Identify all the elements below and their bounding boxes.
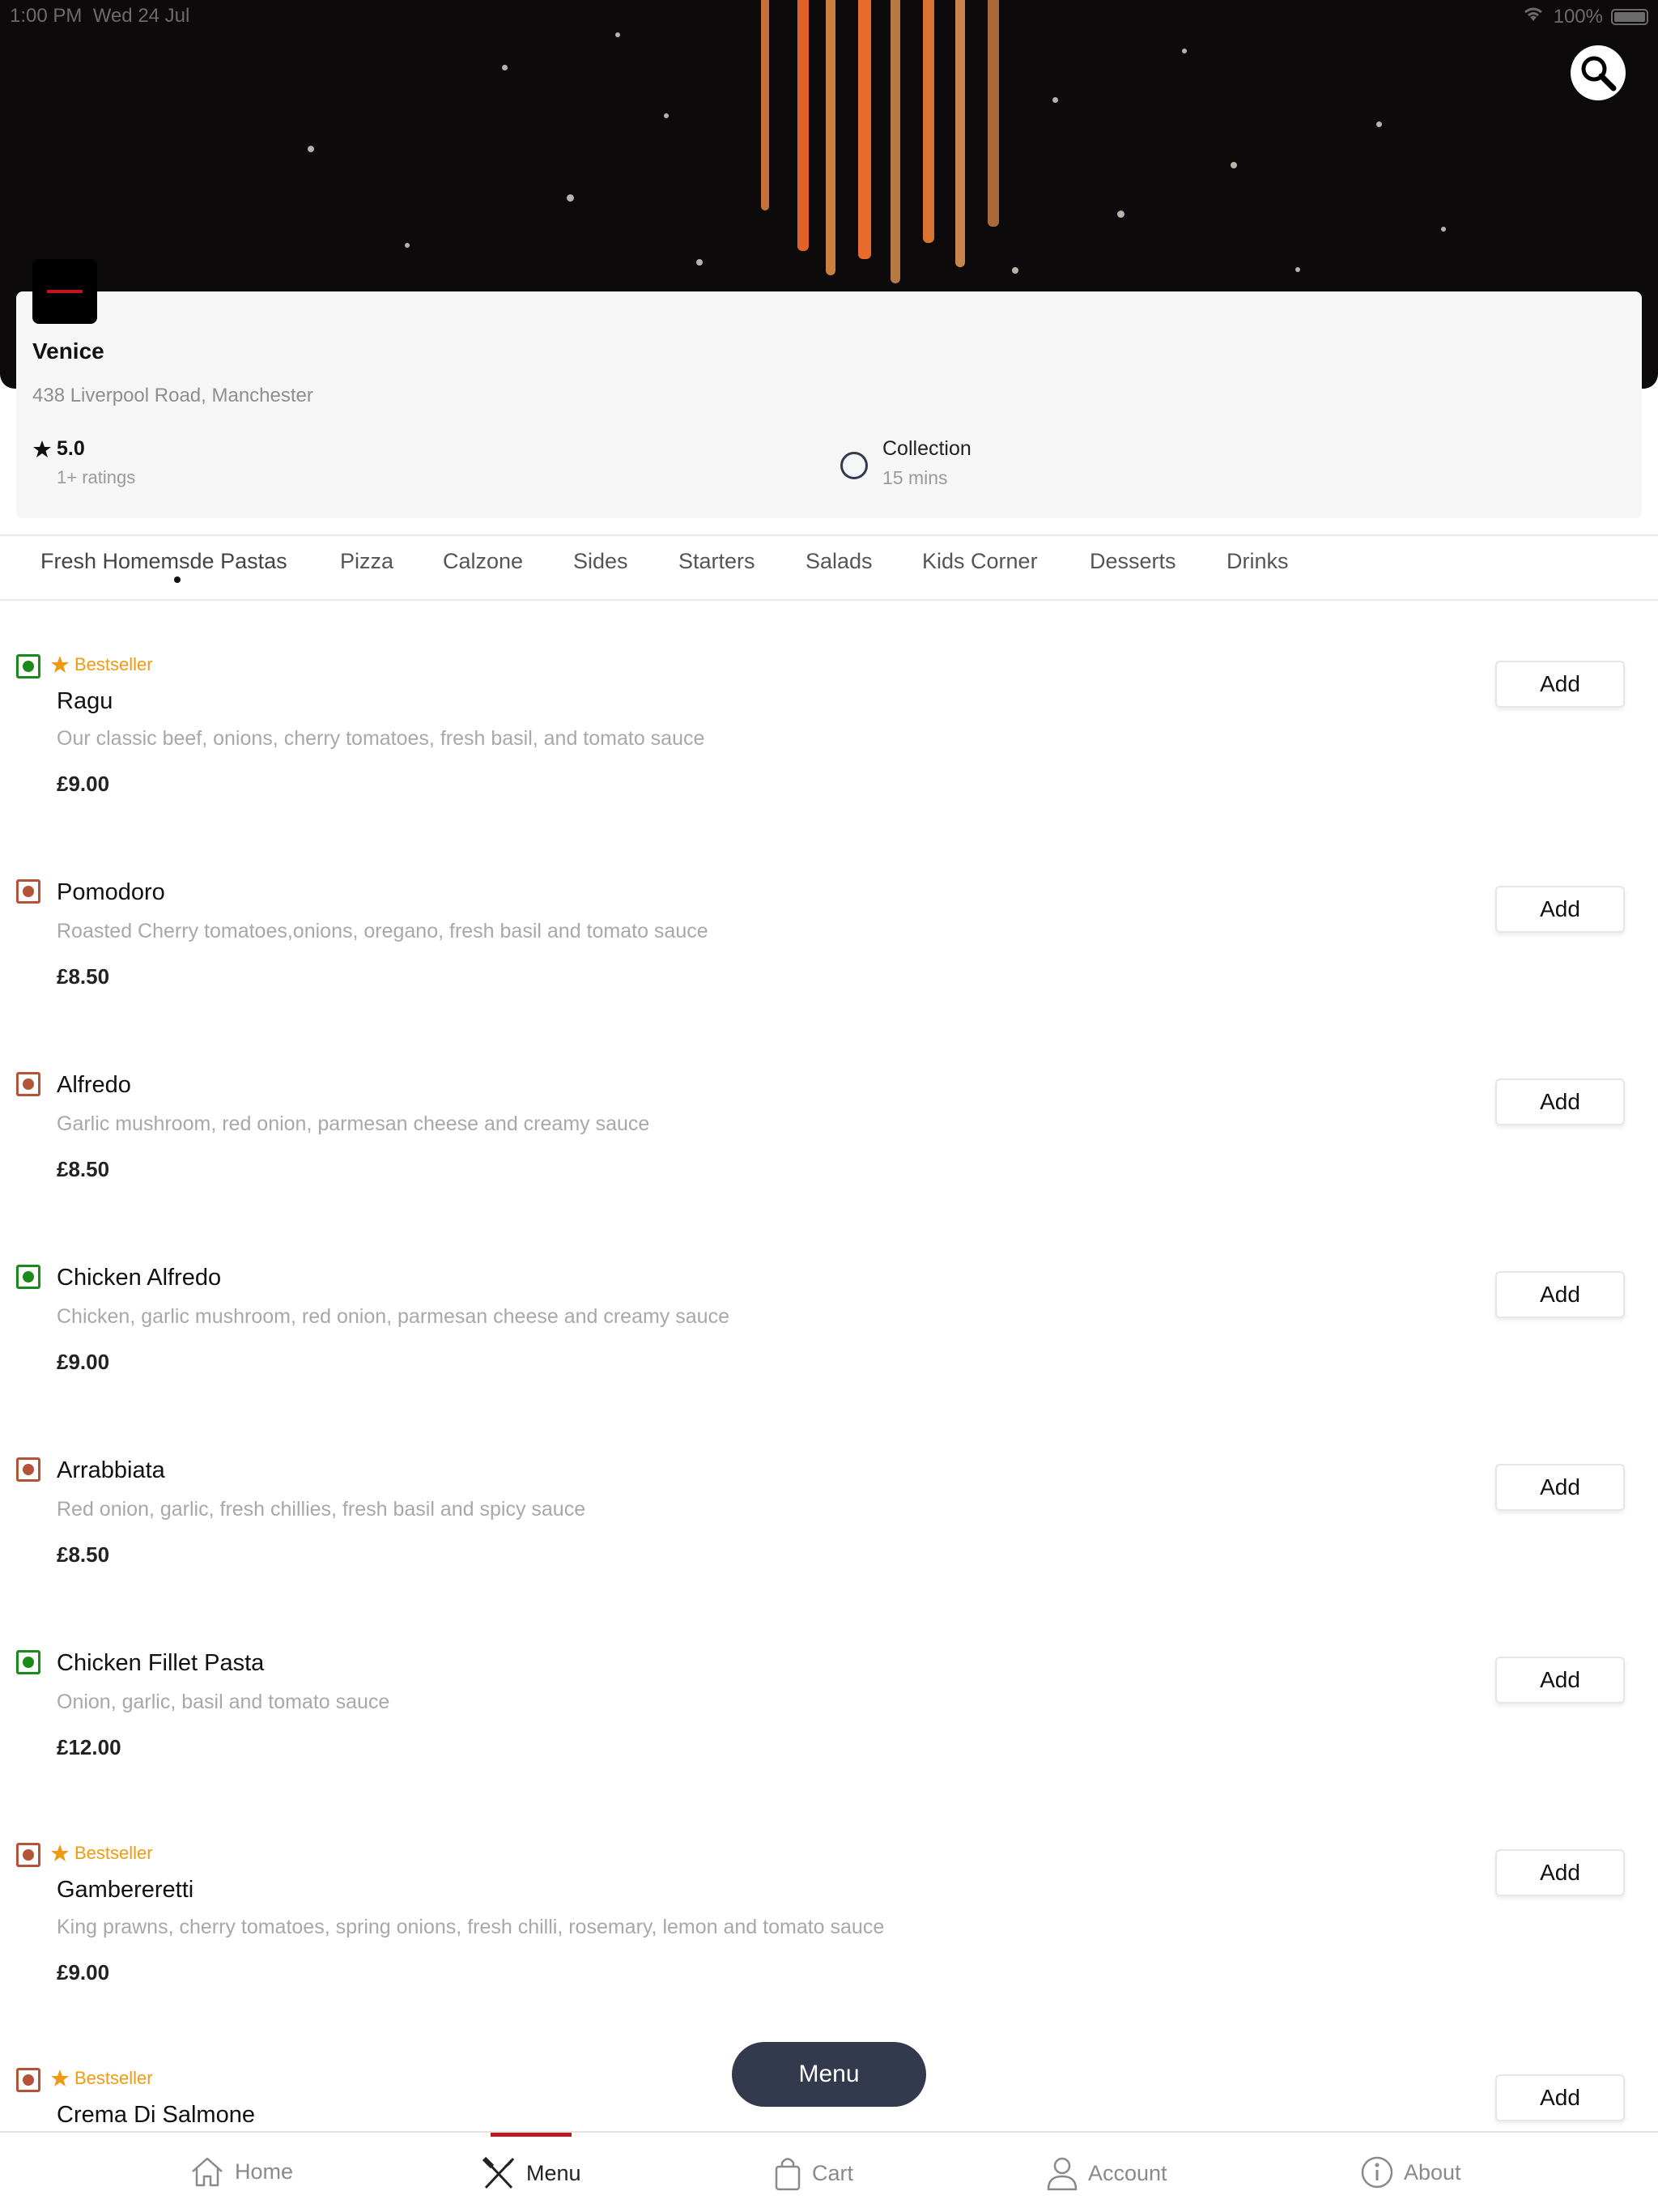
tab-fresh-homemade-pastas[interactable]: Fresh Homemsde Pastas <box>40 549 287 574</box>
item-price: £9.00 <box>57 1960 110 1984</box>
hero-pasta-strand <box>797 0 809 251</box>
restaurant-address: 438 Liverpool Road, Manchester <box>32 385 313 406</box>
hero-pasta-strand <box>891 0 900 283</box>
active-tab-indicator <box>174 576 181 583</box>
user-icon <box>1047 2157 1078 2191</box>
item-name: Arrabbiata <box>57 1457 165 1483</box>
hero-pasta-strand <box>988 0 999 227</box>
bottom-navigation: Home Menu Cart Account About <box>0 2131 1658 2212</box>
rating-value: 5.0 <box>32 437 135 461</box>
restaurant-name: Venice <box>32 338 104 364</box>
add-button[interactable]: Add <box>1495 1078 1625 1125</box>
utensils-icon <box>482 2156 515 2189</box>
item-price: £12.00 <box>57 1735 121 1759</box>
nav-item-cart[interactable]: Cart <box>773 2155 853 2191</box>
nonveg-indicator-icon <box>16 1843 40 1867</box>
tab-drinks[interactable]: Drinks <box>1226 549 1289 574</box>
tab-pizza[interactable]: Pizza <box>340 549 393 574</box>
bestseller-badge: Bestseller <box>50 654 153 675</box>
status-right: 100% <box>1521 5 1648 28</box>
item-name: Alfredo <box>57 1072 131 1098</box>
search-button[interactable] <box>1571 45 1626 100</box>
add-button[interactable]: Add <box>1495 1271 1625 1318</box>
collection-radio-icon[interactable] <box>840 452 868 479</box>
rating-count: 1+ ratings <box>57 467 136 487</box>
item-description: Red onion, garlic, fresh chillies, fresh… <box>57 1498 586 1521</box>
item-name: Ragu <box>57 688 113 714</box>
item-price: £8.50 <box>57 964 110 989</box>
nonveg-indicator-icon <box>16 879 40 904</box>
collection-block[interactable]: Collection 15 mins <box>840 437 971 489</box>
tab-salads[interactable]: Salads <box>806 549 873 574</box>
battery-text: 100% <box>1553 5 1603 28</box>
tab-sides[interactable]: Sides <box>573 549 628 574</box>
veg-indicator-icon <box>16 1650 40 1674</box>
item-name: Pomodoro <box>57 879 165 905</box>
add-button[interactable]: Add <box>1495 1464 1625 1511</box>
search-icon <box>1581 56 1617 91</box>
nonveg-indicator-icon <box>16 1457 40 1482</box>
rating-block: 5.0 1+ ratings <box>32 437 135 488</box>
add-button[interactable]: Add <box>1495 886 1625 933</box>
wifi-icon <box>1521 5 1545 28</box>
item-name: Chicken Alfredo <box>57 1265 222 1291</box>
veg-indicator-icon <box>16 1265 40 1289</box>
nonveg-indicator-icon <box>16 1072 40 1096</box>
item-price: £8.50 <box>57 1542 110 1567</box>
category-tabs: Fresh Homemsde Pastas Pizza Calzone Side… <box>0 534 1658 601</box>
nav-item-home[interactable]: Home <box>189 2155 293 2188</box>
item-description: Our classic beef, onions, cherry tomatoe… <box>57 727 705 750</box>
item-price: £9.00 <box>57 772 110 796</box>
home-icon <box>192 2157 223 2187</box>
nav-item-menu[interactable]: Menu <box>481 2155 581 2191</box>
item-description: Garlic mushroom, red onion, parmesan che… <box>57 1112 650 1135</box>
item-description: Roasted Cherry tomatoes,onions, oregano,… <box>57 920 708 942</box>
hero-pasta-strand <box>826 0 835 275</box>
item-price: £8.50 <box>57 1157 110 1181</box>
star-icon <box>33 440 51 457</box>
add-button[interactable]: Add <box>1495 2074 1625 2121</box>
nav-active-indicator <box>491 2133 572 2137</box>
hero-pasta-strand <box>923 0 934 243</box>
item-description: Onion, garlic, basil and tomato sauce <box>57 1691 390 1713</box>
nav-item-account[interactable]: Account <box>1046 2155 1167 2191</box>
item-description: Chicken, garlic mushroom, red onion, par… <box>57 1305 729 1328</box>
nav-item-about[interactable]: About <box>1360 2155 1461 2189</box>
battery-icon <box>1611 8 1648 25</box>
star-icon <box>51 656 69 673</box>
restaurant-logo <box>32 259 97 324</box>
floating-menu-button[interactable]: Menu <box>732 2042 926 2107</box>
add-button[interactable]: Add <box>1495 1657 1625 1704</box>
collection-time: 15 mins <box>882 467 948 488</box>
tab-calzone[interactable]: Calzone <box>443 549 523 574</box>
veg-indicator-icon <box>16 654 40 678</box>
bag-icon <box>775 2158 801 2191</box>
tab-kids-corner[interactable]: Kids Corner <box>922 549 1038 574</box>
status-time: 1:00 PM Wed 24 Jul <box>10 5 190 27</box>
add-button[interactable]: Add <box>1495 1849 1625 1896</box>
status-bar: 1:00 PM Wed 24 Jul 100% <box>0 0 1658 32</box>
nonveg-indicator-icon <box>16 2068 40 2092</box>
item-description: King prawns, cherry tomatoes, spring oni… <box>57 1916 885 1938</box>
tab-desserts[interactable]: Desserts <box>1090 549 1176 574</box>
item-name: Gambereretti <box>57 1877 194 1903</box>
bestseller-badge: Bestseller <box>50 2068 153 2089</box>
restaurant-info-card: Venice 438 Liverpool Road, Manchester 5.… <box>16 259 1642 518</box>
add-button[interactable]: Add <box>1495 661 1625 708</box>
item-name: Crema Di Salmone <box>57 2102 255 2128</box>
tab-starters[interactable]: Starters <box>678 549 755 574</box>
star-icon <box>51 2069 69 2087</box>
info-icon <box>1361 2156 1393 2189</box>
item-price: £9.00 <box>57 1350 110 1374</box>
hero-pasta-strand <box>858 0 871 259</box>
hero-pasta-strand <box>955 0 965 267</box>
bestseller-badge: Bestseller <box>50 1843 153 1864</box>
collection-label: Collection <box>882 437 971 460</box>
item-name: Chicken Fillet Pasta <box>57 1650 265 1676</box>
star-icon <box>51 1844 69 1861</box>
